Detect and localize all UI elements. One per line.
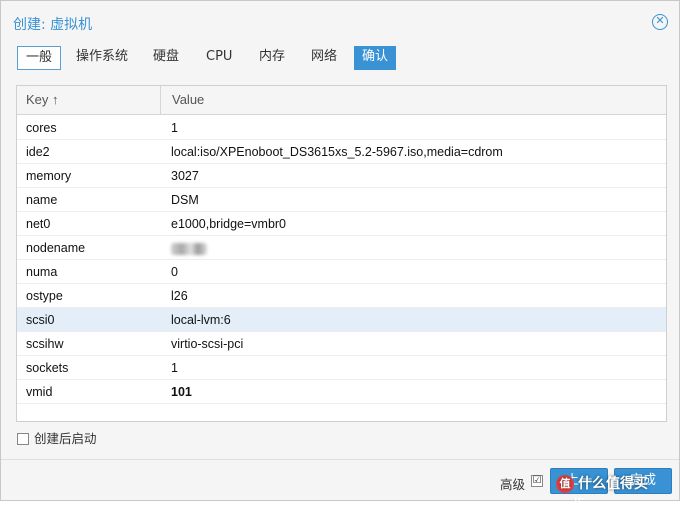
row-key: vmid	[26, 385, 53, 399]
watermark: 值什么值得买	[556, 471, 676, 497]
row-key: memory	[26, 169, 72, 183]
row-value: e1000,bridge=vmbr0	[171, 217, 287, 231]
column-header-key[interactable]: Key ↑	[17, 86, 161, 114]
table-row[interactable]: cores 1	[17, 116, 666, 140]
table-row[interactable]: sockets 1	[17, 356, 666, 380]
grid-header: Key ↑ Value	[17, 86, 666, 115]
table-row[interactable]: ostype l26	[17, 284, 666, 308]
tab-network[interactable]: 网络	[303, 46, 345, 70]
dialog-title: 创建: 虚拟机	[13, 17, 93, 33]
dialog-titlebar: 创建: 虚拟机 ✕	[1, 1, 679, 43]
watermark-logo-icon: 值	[556, 475, 574, 493]
table-row[interactable]: nodename	[17, 236, 666, 260]
tab-os[interactable]: 操作系统	[68, 46, 136, 70]
column-header-value[interactable]: Value	[162, 86, 666, 114]
table-row[interactable]: vmid 101	[17, 380, 666, 404]
table-row-selected[interactable]: scsi0 local-lvm:6	[17, 308, 666, 332]
table-row[interactable]: memory 3027	[17, 164, 666, 188]
row-value: 1	[171, 121, 178, 135]
row-key: scsi0	[26, 313, 55, 327]
table-row[interactable]: ide2 local:iso/XPEnoboot_DS3615xs_5.2-59…	[17, 140, 666, 164]
row-key: sockets	[26, 361, 69, 375]
row-value: DSM	[171, 193, 199, 207]
tab-general[interactable]: 一般	[17, 46, 62, 70]
advanced-checkbox[interactable]: ☑	[531, 475, 543, 487]
row-key: cores	[26, 121, 57, 135]
grid-rows: cores 1 ide2 local:iso/XPEnoboot_DS3615x…	[17, 116, 666, 404]
row-value-redacted	[171, 236, 661, 260]
row-value: virtio-scsi-pci	[171, 337, 244, 351]
row-key: scsihw	[26, 337, 64, 351]
row-value: l26	[171, 289, 188, 303]
redacted-blur	[171, 242, 207, 255]
tab-hard-disk[interactable]: 硬盘	[145, 46, 187, 70]
row-key: ostype	[26, 289, 63, 303]
watermark-text: 什么值得买	[578, 476, 648, 492]
row-key: nodename	[26, 241, 86, 255]
create-vm-dialog: 创建: 虚拟机 ✕ 一般 操作系统 硬盘 CPU 内存 网络 确认 Key ↑ …	[0, 0, 680, 512]
autostart-label: 创建后启动	[34, 431, 97, 446]
row-value: 101	[171, 385, 192, 399]
table-row[interactable]: name DSM	[17, 188, 666, 212]
row-value: 3027	[171, 169, 199, 183]
row-key: numa	[26, 265, 58, 279]
row-key: name	[26, 193, 58, 207]
row-value: local:iso/XPEnoboot_DS3615xs_5.2-5967.is…	[171, 145, 503, 159]
tab-cpu[interactable]: CPU	[198, 46, 240, 70]
tab-confirm[interactable]: 确认	[354, 46, 397, 70]
row-value: 0	[171, 265, 178, 279]
table-row[interactable]: net0 e1000,bridge=vmbr0	[17, 212, 666, 236]
close-icon[interactable]: ✕	[652, 14, 668, 30]
row-key: ide2	[26, 145, 50, 159]
row-value: 1	[171, 361, 178, 375]
summary-grid: Key ↑ Value cores 1 ide2 local:iso/XPEno…	[16, 85, 667, 422]
advanced-label: 高级	[500, 477, 526, 492]
table-row[interactable]: scsihw virtio-scsi-pci	[17, 332, 666, 356]
row-key: net0	[26, 217, 51, 231]
autostart-checkbox[interactable]	[17, 433, 29, 445]
row-value: local-lvm:6	[171, 313, 231, 327]
table-row[interactable]: numa 0	[17, 260, 666, 284]
tab-memory[interactable]: 内存	[251, 46, 293, 70]
